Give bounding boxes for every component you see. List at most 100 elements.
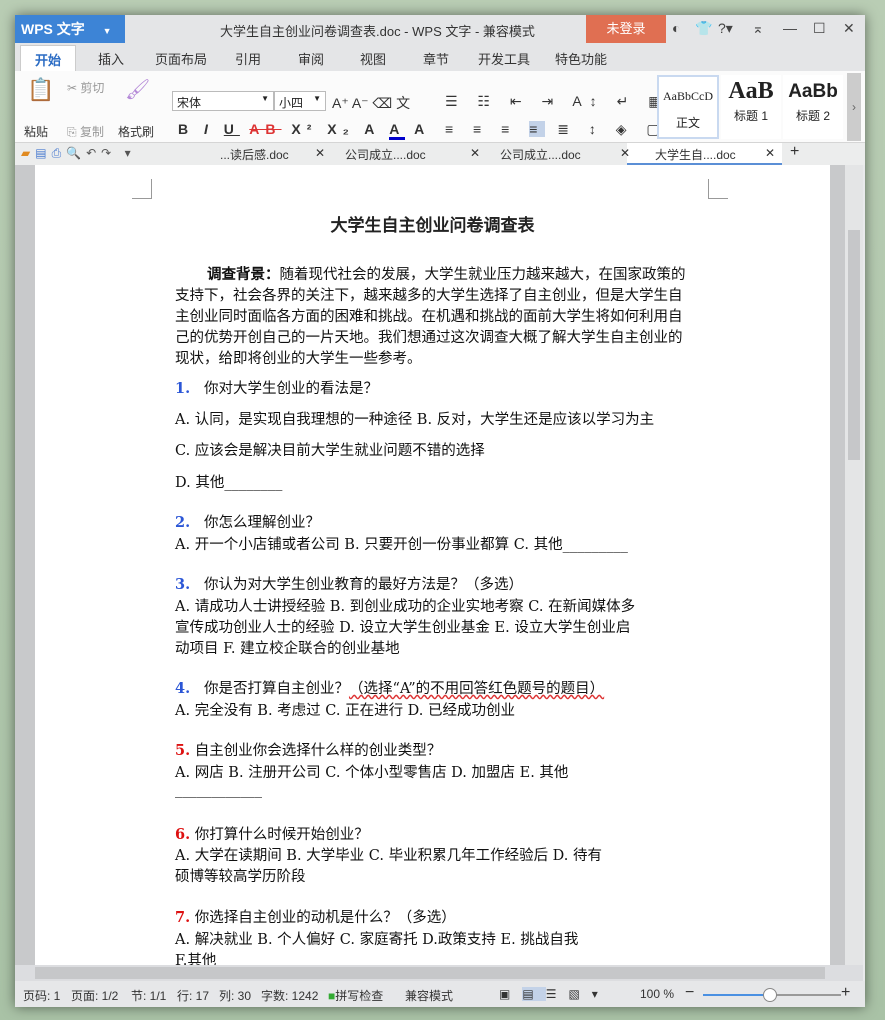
close-icon[interactable]: ✕ [843,20,855,37]
horizontal-scrollbar[interactable] [15,965,863,981]
spell-check[interactable]: ■拼写检查 [328,987,383,1004]
skin-icon[interactable]: ◐ [672,20,680,36]
style-name: 标题 1 [733,109,768,123]
copy-button[interactable]: ⎘ 复制 [67,123,104,140]
format-painter-button[interactable]: 格式刷 [118,123,154,140]
view-buttons[interactable]: ▣▤☰▧▾ [499,987,610,1001]
tab-chapter[interactable]: 章节 [423,49,449,68]
question-text: 你选择自主创业的动机是什么？（多选） [194,910,456,926]
question-number: 5. [175,742,191,759]
app-menu-button[interactable]: WPS 文字 ▼ [15,15,125,43]
text: 支持下，社会各界的关注下，越来越多的大学生选择了自主创业，但是大学生自 [175,288,683,304]
scrollbar-thumb[interactable] [848,230,860,460]
close-icon[interactable]: ✕ [470,146,480,160]
compat-mode: 兼容模式 [405,989,454,1003]
text: 己的优势开创自己的一片天地。我们想通过这次调查大概了解大学生自主创业的 [175,330,683,346]
option-text: A. 完全没有 B. 考虑过 C. 正在进行 D. 已经成功创业 [175,703,516,719]
spell-check-label: 拼写检查 [335,989,384,1003]
maximize-icon[interactable]: ☐ [813,20,826,37]
shirt-icon[interactable]: 👕 [695,20,712,37]
style-heading-2[interactable]: AaBb 标题 2 [783,75,843,139]
word-count[interactable]: 字数: 1242 [261,987,318,1004]
align-buttons[interactable]: ≡ ≡ ≡ ≡ ≣ ↕ ◈ ▢ [445,121,668,138]
background-line: 己的优势开创自己的一片天地。我们想通过这次调查大概了解大学生自主创业的 [175,326,683,347]
paste-icon: 📋 [27,77,55,102]
style-preview: AaBbCcD [663,89,713,103]
page-count: 页面: 1/2 [71,989,119,1003]
document-tabs: ▰▤⎙🔍↶↷ ▾ ...读后感.doc ✕ 公司成立....doc ✕ 公司成立..… [15,143,865,165]
brush-icon: 🖌 [125,79,151,101]
zoom-slider-handle[interactable] [763,988,777,1002]
doc-tab[interactable]: 大学生自....doc [655,146,736,163]
menu-tabs: 开始 插入 页面布局 引用 审阅 视图 章节 开发工具 特色功能 [15,43,865,75]
font-value: 宋体 [177,96,202,110]
style-normal[interactable]: AaBbCcD 正文 [657,75,719,139]
option-line: A. 认同，是实现自我理想的一种途径 B. 反对，大学生还是应该以学习为主 [175,408,654,429]
option-line: A. 完全没有 B. 考虑过 C. 正在进行 D. 已经成功创业 [175,699,515,720]
login-button[interactable]: 未登录 [586,15,666,43]
zoom-out-icon[interactable]: − [685,984,694,1002]
close-icon[interactable]: ✕ [765,146,775,160]
ribbon: 📋 粘贴 ✂ 剪切 ⎘ 复制 🖌 格式刷 宋体 ▼ 小四 ▼ A⁺ A⁻ ⌫ 文 B… [15,71,865,143]
doc-tab[interactable]: 公司成立....doc [500,146,581,163]
tab-insert[interactable]: 插入 [98,49,124,68]
tab-review[interactable]: 审阅 [298,49,324,68]
list-buttons[interactable]: ☰ ☷ ⇤ ⇥ A↕ ↵ ▦ [445,93,669,110]
font-size-select[interactable]: 小四 ▼ [274,91,326,111]
cut-button[interactable]: ✂ 剪切 [67,79,104,96]
tab-references[interactable]: 引用 [235,49,261,68]
help-icon[interactable]: ?▾ [718,20,733,37]
style-heading-1[interactable]: AaB 标题 1 [721,75,781,139]
option-text: 硕博等较高学历阶段 [175,869,306,885]
close-icon[interactable]: ✕ [315,146,325,160]
collapse-ribbon-icon[interactable]: ⌅ [752,20,764,37]
question-number: 4. [175,680,191,697]
background-line: 调查背景：随着现代社会的发展，大学生就业压力越来越大，在国家政策的 [207,263,686,284]
tab-page-layout[interactable]: 页面布局 [155,49,207,68]
option-line: 动项目 F. 建立校企联合的创业基地 [175,637,400,658]
zoom-level: 100 % [640,987,675,1001]
new-tab-icon[interactable]: + [790,143,799,161]
document-title: 大学生自主创业问卷调查表 [330,216,535,236]
scrollbar-thumb[interactable] [35,967,825,979]
vertical-scrollbar[interactable] [845,165,863,965]
quick-access-toolbar[interactable]: ▰▤⎙🔍↶↷ ▾ [21,146,136,161]
question-heading: 5. 自主创业你会选择什么样的创业类型？ [175,739,441,760]
option-line: A. 网店 B. 注册开公司 C. 个体小型零售店 D. 加盟店 E. 其他 [175,761,568,782]
option-line: 宣传成功创业人士的经验 D. 设立大学生创业基金 E. 设立大学生创业启 [175,616,630,637]
question-heading: 3. 你认为对大学生创业教育的最好方法是？（多选） [175,573,523,594]
tab-special[interactable]: 特色功能 [555,49,607,68]
document-page[interactable]: 大学生自主创业问卷调查表 调查背景：随着现代社会的发展，大学生就业压力越来越大，… [35,165,830,965]
question-heading: 1. 你对大学生创业的看法是？ [175,377,378,398]
font-size-value: 小四 [279,96,304,110]
option-line: A. 大学在读期间 B. 大学毕业 C. 毕业积累几年工作经验后 D. 待有 [175,844,602,865]
option-line: A. 请成功人士讲授经验 B. 到创业成功的企业实地考察 C. 在新闻媒体多 [175,595,635,616]
app-logo: WPS 文字 [21,21,85,37]
minimize-icon[interactable]: — [783,20,797,36]
option-line: F.其他 [175,949,216,965]
font-select[interactable]: 宋体 ▼ [172,91,274,111]
close-icon[interactable]: ✕ [620,146,630,160]
option-line: A. 解决就业 B. 个人偏好 C. 家庭寄托 D.政策支持 E. 挑战自我 [175,928,578,949]
background-line: 主创业同时面临各方面的困难和挑战。在机遇和挑战的面前大学生将如何利用自 [175,305,683,326]
question-text: 你打算什么时候开始创业？ [194,827,369,843]
doc-tab[interactable]: ...读后感.doc [220,146,289,163]
copy-label: 复制 [79,125,104,139]
style-name: 正文 [675,116,700,130]
style-preview: AaBb [788,81,838,102]
font-format-buttons[interactable]: B I U AB X² X₂ A A A [178,121,430,140]
status-bar: 页码: 1 页面: 1/2 节: 1/1 行: 17 列: 30 字数: 124… [15,981,865,1007]
option-text: C. 应该会是解决目前大学生就业问题不错的选择 [175,443,485,459]
zoom-slider[interactable] [703,988,841,1002]
text: 现状，给即将创业的大学生一些参考。 [175,351,422,367]
row: 行: 17 [177,989,210,1003]
column: 列: 30 [219,989,252,1003]
doc-tab[interactable]: 公司成立....doc [345,146,426,163]
zoom-in-icon[interactable]: + [841,984,850,1002]
styles-scroll-button[interactable]: › [847,73,861,141]
tab-developer[interactable]: 开发工具 [478,49,530,68]
tab-view[interactable]: 视图 [360,49,386,68]
font-grow-shrink-icons[interactable]: A⁺ A⁻ ⌫ 文 [332,93,410,113]
question-number: 3. [175,576,191,593]
paste-button[interactable]: 粘贴 [24,123,48,140]
